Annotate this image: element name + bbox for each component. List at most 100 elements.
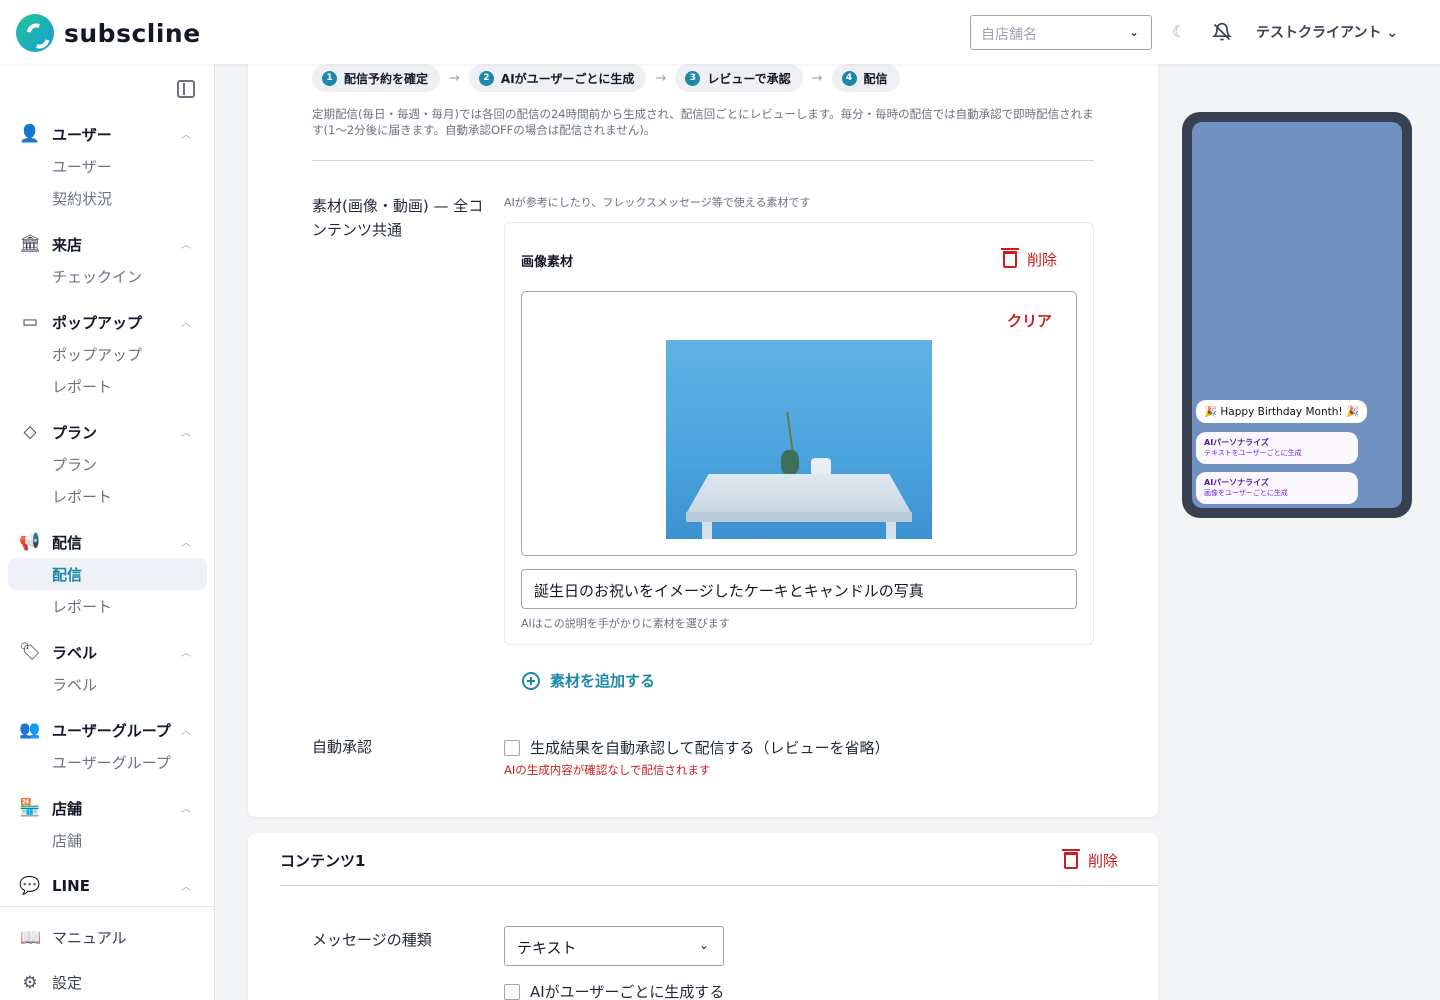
megaphone-icon: 📢 — [19, 532, 41, 552]
arrow-right-icon: → — [655, 70, 667, 86]
bell-off-icon[interactable] — [1212, 22, 1232, 42]
window-icon: ▭ — [21, 312, 39, 332]
content-title: コンテンツ1 — [280, 852, 366, 870]
chevron-up-icon: ︿ — [181, 240, 191, 251]
client-menu[interactable]: テストクライアント ⌄ — [1256, 22, 1398, 42]
gear-icon: ⚙ — [22, 972, 38, 993]
image-material-box: 画像素材 削除 クリア 誕生日のお祝いをイメージしたケーキとキャンドルの写真 A… — [504, 222, 1094, 645]
moon-icon[interactable]: ☾ — [1172, 22, 1186, 41]
shop-icon: 🏪 — [19, 798, 41, 818]
material-image — [666, 340, 932, 539]
app-logo[interactable]: subscline — [16, 14, 201, 52]
image-dropzone[interactable]: クリア — [521, 291, 1077, 556]
store-select-placeholder: 自店舗名 — [981, 27, 1037, 43]
sidebar-nav: 👤 ユーザー ︿ ユーザー 契約状況 🏛 来店 ︿ チェックイン ▭ ポップアップ ︿ ポップアップ レポ… — [0, 118, 215, 916]
image-material-title: 画像素材 — [521, 255, 574, 270]
trash-icon — [1062, 849, 1080, 869]
sidebar-group-label: 店舗 — [52, 799, 83, 818]
checkbox[interactable] — [504, 983, 520, 1000]
sidebar-group-label: 配信 — [52, 533, 83, 552]
message-type-label: メッセージの種類 — [312, 931, 432, 949]
delete-content-button[interactable]: 削除 — [1062, 849, 1118, 871]
auto-approve-checkbox[interactable]: 生成結果を自動承認して配信する（レビューを省略） — [504, 737, 890, 758]
checkbox[interactable] — [504, 739, 520, 756]
book-icon: 📖 — [20, 927, 42, 948]
chevron-up-icon: ︿ — [181, 538, 191, 549]
step-4: 4 配信 — [831, 64, 900, 92]
step-1: 1 配信予約を確定 — [312, 64, 441, 92]
sidebar-group-0[interactable]: 👤 ユーザー ︿ — [0, 118, 215, 150]
sidebar-group-label: LINE — [52, 877, 90, 895]
sidebar-item[interactable]: 店舗 — [0, 824, 215, 856]
sidebar-item[interactable]: ユーザーグループ — [0, 746, 215, 778]
sidebar-item[interactable]: チェックイン — [0, 260, 215, 292]
sidebar-footer: 📖 マニュアル ⚙ 設定 — [0, 906, 215, 1000]
divider — [280, 885, 1158, 886]
material-hint: AIが参考にしたり、フレックスメッセージ等で使える素材です — [504, 196, 811, 209]
arrow-right-icon: → — [811, 70, 823, 86]
user-icon: 👤 — [19, 124, 41, 144]
sidebar-group-8[interactable]: 💬 LINE ︿ — [0, 870, 215, 902]
step-2: 2 AIがユーザーごとに生成 — [468, 64, 647, 92]
preview-bubble-greeting: 🎉 Happy Birthday Month! 🎉 — [1196, 400, 1368, 423]
chevron-up-icon: ︿ — [181, 428, 191, 439]
sidebar-item[interactable]: ユーザー — [0, 150, 215, 182]
sidebar-group-label: ポップアップ — [52, 313, 143, 332]
chevron-up-icon: ︿ — [181, 804, 191, 815]
sidebar-group-1[interactable]: 🏛 来店 ︿ — [0, 228, 215, 260]
sidebar-group-5[interactable]: 🏷 ラベル ︿ — [0, 636, 215, 668]
phone-preview: 🎉 Happy Birthday Month! 🎉 AIパーソナライズ テキスト… — [1182, 112, 1412, 518]
delivery-settings-card: 1 配信予約を確定 → 2 AIがユーザーごとに生成 → 3 レビューで承認 → 4配… — [248, 64, 1158, 817]
material-description-hint: AIはこの説明を手がかりに素材を選びます — [521, 617, 730, 630]
add-material-button[interactable]: 素材を追加する — [522, 670, 655, 691]
arrow-right-icon: → — [449, 70, 460, 86]
sidebar-group-6[interactable]: 👥 ユーザーグループ ︿ — [0, 714, 215, 746]
sidebar-group-4[interactable]: 📢 配信 ︿ — [0, 526, 215, 558]
sidebar-item[interactable]: ポップアップ — [0, 338, 215, 370]
delete-material-button[interactable]: 削除 — [1001, 248, 1057, 270]
chevron-up-icon: ︿ — [181, 882, 191, 893]
material-description-input[interactable]: 誕生日のお祝いをイメージしたケーキとキャンドルの写真 — [521, 569, 1077, 609]
sidebar-item[interactable]: レポート — [0, 370, 215, 402]
sidebar: 👤 ユーザー ︿ ユーザー 契約状況 🏛 来店 ︿ チェックイン ▭ ポップアップ ︿ ポップアップ レポ… — [0, 64, 215, 1000]
clear-image-button[interactable]: クリア — [1007, 310, 1052, 331]
chevron-up-icon: ︿ — [181, 726, 191, 737]
step-indicator: 1 配信予約を確定 → 2 AIがユーザーごとに生成 → 3 レビューで承認 → 4配… — [312, 64, 900, 92]
sidebar-item[interactable]: レポート — [0, 590, 215, 622]
users-icon: 👥 — [19, 720, 41, 740]
tag-icon: 🏷 — [19, 642, 41, 662]
sidebar-item[interactable]: レポート — [0, 480, 215, 512]
sidebar-group-label: プラン — [52, 423, 98, 442]
top-header: subscline 自店舗名 ⌄ ☾ テストクライアント ⌄ — [0, 0, 1440, 64]
content-card: コンテンツ1 削除 メッセージの種類 テキスト ⌄ AIがユーザーごとに生成する — [248, 833, 1158, 1000]
diamond-icon: ◇ — [23, 422, 37, 442]
message-type-select[interactable]: テキスト ⌄ — [504, 926, 724, 966]
sidebar-group-label: ユーザー — [52, 125, 112, 144]
preview-bubble-image: AIパーソナライズ 画像をユーザーごとに生成 — [1196, 472, 1358, 504]
sidebar-item[interactable]: プラン — [0, 448, 215, 480]
ai-generate-checkbox[interactable]: AIがユーザーごとに生成する — [504, 981, 724, 1000]
app-name: subscline — [64, 18, 201, 48]
sidebar-collapse-icon[interactable] — [177, 80, 195, 98]
phone-screen: 🎉 Happy Birthday Month! 🎉 AIパーソナライズ テキスト… — [1192, 122, 1402, 508]
sidebar-item[interactable]: 契約状況 — [0, 182, 215, 214]
chevron-up-icon: ︿ — [181, 648, 191, 659]
sidebar-item-manual[interactable]: 📖 マニュアル — [0, 915, 215, 960]
store-select[interactable]: 自店舗名 ⌄ — [970, 15, 1152, 50]
sidebar-item-settings[interactable]: ⚙ 設定 — [0, 960, 215, 1000]
sidebar-group-3[interactable]: ◇ プラン ︿ — [0, 416, 215, 448]
sidebar-group-7[interactable]: 🏪 店舗 ︿ — [0, 792, 215, 824]
sidebar-item-label: 設定 — [52, 974, 83, 992]
sidebar-item-label: マニュアル — [52, 929, 127, 947]
sidebar-item[interactable]: ラベル — [0, 668, 215, 700]
preview-bubble-text: AIパーソナライズ テキストをユーザーごとに生成 — [1196, 432, 1358, 464]
trash-icon — [1001, 248, 1019, 268]
logo-icon — [16, 14, 54, 52]
delivery-note: 定期配信(毎日・毎週・毎月)では各回の配信の24時間前から生成され、配信回ごとに… — [312, 107, 1094, 137]
divider — [312, 160, 1094, 161]
client-name: テストクライアント — [1256, 25, 1382, 41]
sidebar-group-label: ユーザーグループ — [52, 721, 171, 740]
sidebar-item[interactable]: 配信 — [8, 558, 207, 590]
sidebar-group-2[interactable]: ▭ ポップアップ ︿ — [0, 306, 215, 338]
chat-icon: 💬 — [19, 876, 41, 896]
